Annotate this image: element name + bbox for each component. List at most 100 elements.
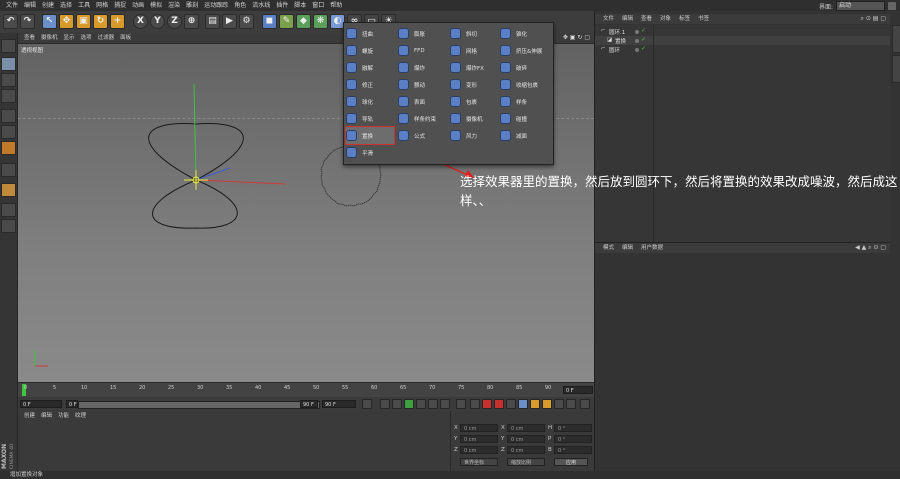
- deformer-item[interactable]: 减面: [500, 127, 552, 144]
- undo-icon[interactable]: ↶: [3, 14, 18, 29]
- pos-z-field[interactable]: 0 cm: [460, 446, 498, 454]
- om-menu-view[interactable]: 查看: [641, 14, 652, 24]
- move-tool-icon[interactable]: ✥: [59, 14, 74, 29]
- visibility-dot[interactable]: [635, 39, 639, 43]
- make-editable-icon[interactable]: [1, 39, 16, 53]
- am-menu-mode[interactable]: 模式: [603, 243, 614, 253]
- deformer-item[interactable]: 螺旋: [346, 42, 394, 59]
- tweak-mode-icon[interactable]: [1, 183, 16, 197]
- deformer-item[interactable]: 风力: [450, 127, 500, 144]
- size-x-field[interactable]: 0 cm: [507, 424, 545, 432]
- rot-h-field[interactable]: 0 °: [554, 424, 592, 432]
- rot-b-field[interactable]: 0 °: [554, 446, 592, 454]
- layout-select[interactable]: 启动: [836, 1, 885, 11]
- step-forward-icon[interactable]: [416, 399, 426, 409]
- om-menu-file[interactable]: 文件: [603, 14, 614, 24]
- pos-y-field[interactable]: 0 cm: [460, 435, 498, 443]
- autokey-icon[interactable]: [494, 399, 504, 409]
- keyframe-selection-icon[interactable]: [506, 399, 516, 409]
- menu-edit[interactable]: 编辑: [24, 0, 36, 11]
- viewport-menu-camera[interactable]: 摄像机: [41, 33, 58, 43]
- menu-sculpt[interactable]: 雕刻: [186, 0, 198, 11]
- menu-script[interactable]: 脚本: [294, 0, 306, 11]
- cube-icon[interactable]: ◼: [262, 14, 277, 29]
- polygons-mode-icon[interactable]: [1, 141, 16, 155]
- axis-y-button[interactable]: Y: [150, 14, 165, 29]
- deformer-item[interactable]: 碰撞: [500, 110, 552, 127]
- enabled-check-icon[interactable]: ✓: [641, 36, 646, 43]
- render-settings-icon[interactable]: ⚙: [239, 14, 254, 29]
- menu-character[interactable]: 角色: [234, 0, 246, 11]
- am-menu-user-data[interactable]: 用户数据: [641, 243, 663, 253]
- menu-window[interactable]: 窗口: [312, 0, 324, 11]
- om-menu-bookmarks[interactable]: 书签: [698, 14, 709, 24]
- record-icon[interactable]: [482, 399, 492, 409]
- menu-select[interactable]: 选择: [60, 0, 72, 11]
- deformer-item[interactable]: 收缩包裹: [500, 76, 552, 93]
- deformer-item[interactable]: 破碎: [500, 59, 552, 76]
- render-view-icon[interactable]: ▶: [222, 14, 237, 29]
- am-nav-icons[interactable]: ◀ ▲ ⌕ ⊙ ▢: [855, 244, 886, 252]
- end-frame-field[interactable]: 90 F: [322, 400, 356, 408]
- pos-key-icon[interactable]: [518, 399, 528, 409]
- am-menu-edit[interactable]: 编辑: [622, 243, 633, 253]
- object-name[interactable]: 圆环.1: [609, 28, 625, 36]
- snap-icon[interactable]: [1, 203, 16, 217]
- goto-next-key-icon[interactable]: [428, 399, 438, 409]
- object-row[interactable]: ⌐ 圆环 ✓: [595, 45, 890, 54]
- deformer-item[interactable]: 融解: [346, 59, 394, 76]
- add-tool-icon[interactable]: +: [110, 14, 125, 29]
- deformer-item[interactable]: 球化: [346, 93, 394, 110]
- menu-render[interactable]: 渲染: [168, 0, 180, 11]
- om-menu-object[interactable]: 对象: [660, 14, 671, 24]
- deformer-item[interactable]: 变形: [450, 76, 500, 93]
- coordinate-system-icon[interactable]: ⊕: [184, 14, 199, 29]
- visibility-dot[interactable]: [635, 48, 639, 52]
- range-slider[interactable]: [78, 401, 320, 409]
- apply-button[interactable]: 应用: [554, 458, 588, 466]
- deformer-item[interactable]: 爆炸FX: [450, 59, 500, 76]
- scale-mode-select[interactable]: 缩放比例: [507, 458, 545, 466]
- select-tool-icon[interactable]: ↖: [42, 14, 57, 29]
- rot-p-field[interactable]: 0 °: [554, 435, 592, 443]
- axis-z-button[interactable]: Z: [167, 14, 182, 29]
- object-name[interactable]: 圆环: [609, 46, 620, 54]
- side-tab-objects[interactable]: [892, 25, 900, 53]
- object-name[interactable]: 置换: [615, 37, 626, 45]
- side-tab-content[interactable]: [892, 55, 900, 83]
- menu-help[interactable]: 帮助: [330, 0, 342, 11]
- points-mode-icon[interactable]: [1, 109, 16, 123]
- axis-mode-icon[interactable]: [1, 163, 16, 177]
- menu-create[interactable]: 创建: [42, 0, 54, 11]
- goto-start-icon[interactable]: [362, 399, 372, 409]
- edges-mode-icon[interactable]: [1, 125, 16, 139]
- viewport-nav-icons[interactable]: ✥ ▣ ↻ ▢: [563, 34, 590, 41]
- viewport-menu-display[interactable]: 显示: [64, 33, 75, 43]
- menu-plugins[interactable]: 插件: [276, 0, 288, 11]
- menu-animate[interactable]: 动画: [132, 0, 144, 11]
- playback-menu-icon[interactable]: [580, 399, 590, 409]
- deformer-item-displacer[interactable]: 置换: [345, 126, 395, 145]
- axis-x-button[interactable]: X: [133, 14, 148, 29]
- enabled-check-icon[interactable]: ✓: [641, 27, 646, 34]
- range-end-field[interactable]: 90 F: [300, 400, 318, 408]
- deformer-item[interactable]: 斜切: [450, 25, 500, 42]
- deformer-item[interactable]: 样条: [500, 93, 552, 110]
- material-menu-create[interactable]: 创建: [24, 411, 35, 421]
- workplane-lock-icon[interactable]: [1, 219, 16, 233]
- material-menu-texture[interactable]: 纹理: [75, 411, 86, 421]
- deformer-item[interactable]: FFD: [398, 42, 448, 59]
- workplane-icon[interactable]: [1, 89, 16, 103]
- menu-file[interactable]: 文件: [6, 0, 18, 11]
- layout-icon[interactable]: [888, 2, 896, 10]
- menu-motion-tracking[interactable]: 运动跟踪: [204, 0, 228, 11]
- pos-x-field[interactable]: 0 cm: [460, 424, 498, 432]
- menu-snap[interactable]: 捕捉: [114, 0, 126, 11]
- start-frame-field[interactable]: 0 F: [20, 400, 62, 408]
- deformer-item[interactable]: 导轨: [346, 110, 394, 127]
- deformer-item[interactable]: 包裹: [450, 93, 500, 110]
- om-toolbar-icons[interactable]: ⌕ ⊙ ▤ ▢: [861, 15, 886, 23]
- deformer-item[interactable]: 表面: [398, 93, 448, 110]
- range-start-field[interactable]: 0 F: [66, 400, 78, 408]
- viewport-menu-options[interactable]: 选项: [81, 33, 92, 43]
